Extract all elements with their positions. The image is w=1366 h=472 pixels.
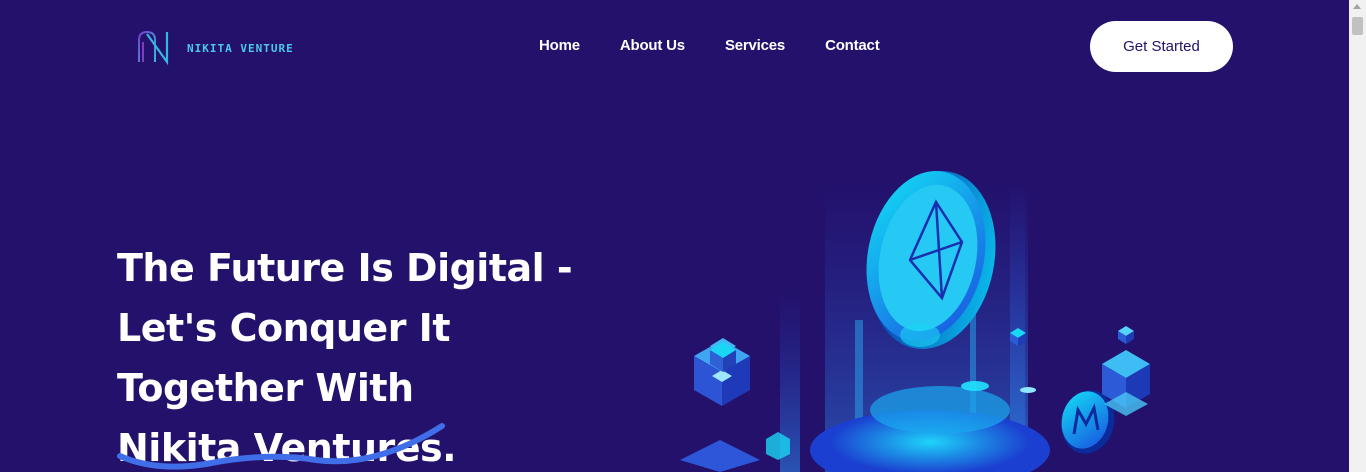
brand-logo[interactable]: NIKITA VENTURE [135, 28, 294, 66]
hero-title-line: Let's Conquer It [117, 306, 450, 350]
hero-title-line: Together With [117, 366, 414, 410]
nav-link-about-us[interactable]: About Us [620, 37, 685, 54]
logo-mark-icon [138, 30, 169, 66]
nav-link-services[interactable]: Services [725, 37, 785, 54]
scrollbar-thumb[interactable] [1352, 17, 1363, 35]
page-scrollbar[interactable] [1349, 0, 1366, 472]
get-started-button[interactable]: Get Started [1090, 21, 1233, 72]
scroll-up-arrow-icon[interactable] [1353, 4, 1361, 9]
nav-link-contact[interactable]: Contact [825, 37, 880, 54]
main-nav: Home About Us Services Contact [539, 37, 880, 54]
page: NIKITA VENTURE Home About Us Services Co… [0, 0, 1349, 472]
crypto-illustration-icon [680, 171, 1150, 472]
hero-title-line: The Future Is Digital - [117, 246, 573, 290]
swoosh-decoration-icon [117, 423, 445, 470]
brand-name: NIKITA VENTURE [187, 42, 294, 55]
nav-link-home[interactable]: Home [539, 37, 580, 54]
